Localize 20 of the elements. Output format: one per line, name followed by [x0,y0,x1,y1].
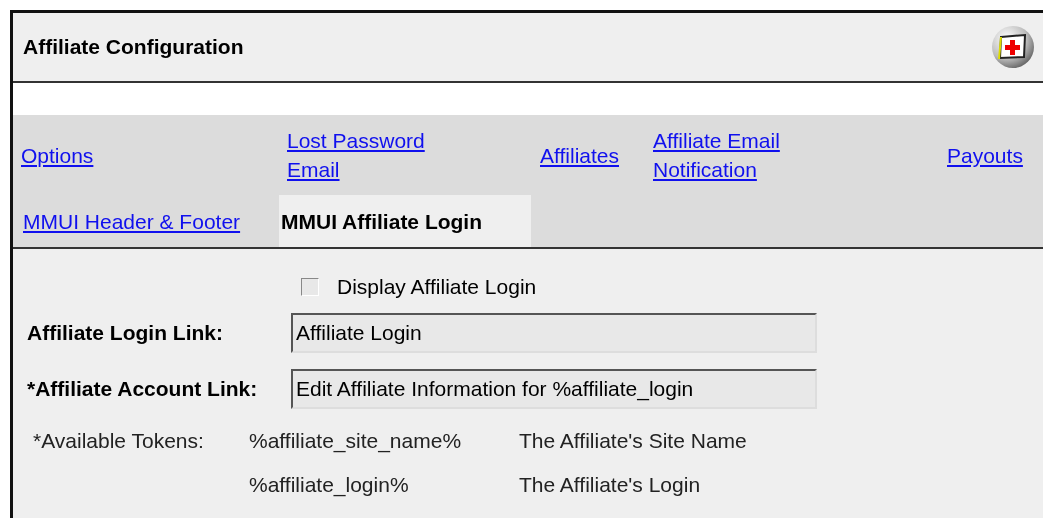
field-label: Affiliate Login Link: [27,321,224,345]
input-field[interactable]: Edit Affiliate Information for %affiliate_login [291,369,817,409]
token-name: %affiliate_login% [249,473,410,497]
tab[interactable]: MMUI Header & Footer [21,195,279,247]
checkbox[interactable] [301,278,319,296]
input-field[interactable]: Affiliate Login [291,313,817,353]
token-description: The Affiliate's Site Name [519,429,748,453]
window-title: Affiliate Configuration [23,35,244,59]
field-label: *Affiliate Account Link: [27,377,259,401]
tokens-label: *Available Tokens: [33,429,205,453]
tab[interactable]: Options [21,140,287,170]
flag-icon[interactable] [991,25,1035,69]
tab[interactable]: MMUI Affiliate Login [279,195,531,247]
tab[interactable]: Payouts [947,140,1043,170]
tab[interactable]: Affiliate Email Notification [653,126,947,184]
token-name: %affiliate_site_name% [249,429,463,453]
token-description: The Affiliate's Login [519,473,702,497]
checkbox-label: Display Affiliate Login [337,275,537,299]
tab[interactable]: Affiliates [540,140,653,170]
tab[interactable]: Lost Password Email [287,126,540,184]
